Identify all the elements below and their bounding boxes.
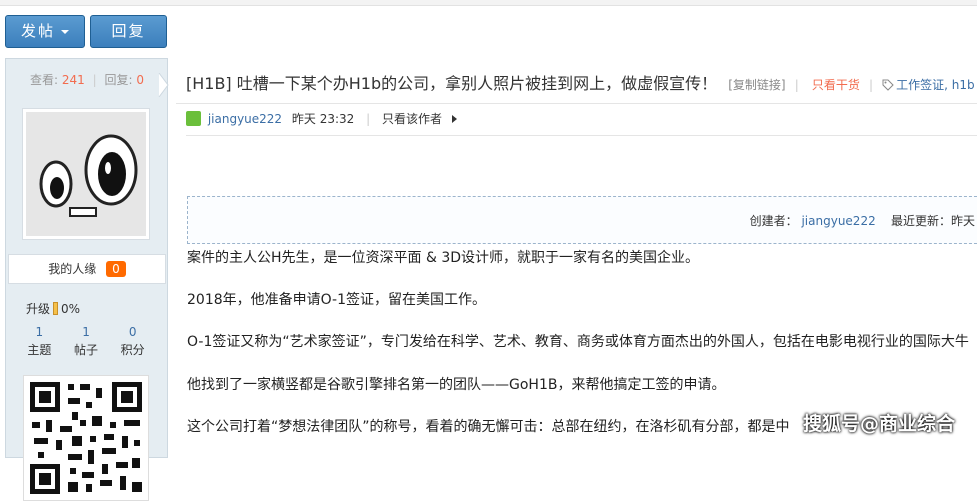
views-label: 查看: bbox=[30, 73, 59, 87]
thread-tags[interactable]: 工作签证, h1b bbox=[896, 78, 975, 92]
count-points[interactable]: 0 积分 bbox=[109, 323, 156, 359]
reply-button[interactable]: 回复 bbox=[90, 15, 167, 48]
copy-link[interactable]: [复制链接] bbox=[728, 78, 785, 92]
title-divider bbox=[176, 103, 977, 104]
paragraph: O-1签证又称为“艺术家签证”，专门发给在科学、艺术、教育、商务或体育方面杰出的… bbox=[187, 334, 969, 350]
avatar-face-icon bbox=[26, 112, 146, 236]
play-arrow-icon bbox=[451, 115, 457, 123]
column-divider bbox=[167, 58, 168, 458]
count-value: 0 bbox=[128, 325, 137, 339]
thread-title-row: [H1B] 吐槽一下某个办H1b的公司，拿别人照片被挂到网上，做虚假宣传！ [复… bbox=[186, 74, 975, 93]
creator-label: 创建者： bbox=[749, 214, 798, 228]
author-divider bbox=[186, 135, 977, 136]
level-value: 0% bbox=[61, 302, 81, 316]
updated-label: 最近更新：昨天 bbox=[890, 214, 975, 228]
count-posts[interactable]: 1 帖子 bbox=[63, 323, 110, 359]
replies-count: 0 bbox=[136, 73, 144, 87]
count-label: 积分 bbox=[120, 343, 145, 357]
post-time: 昨天 23:32 bbox=[291, 112, 355, 126]
paragraph: 这个公司打着“梦想法律团队”的称号，看着的确无懈可击：总部在纽约，在洛杉矶有分部… bbox=[187, 419, 790, 435]
only-author-link[interactable]: 只看该作者 bbox=[382, 112, 442, 126]
level-progress: 升级 0% bbox=[26, 300, 80, 317]
replies-label: 回复: bbox=[104, 73, 133, 87]
paragraph: 2018年，他准备申请O-1签证，留在美国工作。 bbox=[187, 292, 486, 308]
author-name[interactable]: jiangyue222 bbox=[208, 112, 282, 126]
reply-label: 回复 bbox=[111, 22, 146, 40]
user-counts: 1 主题 1 帖子 0 积分 bbox=[16, 323, 156, 359]
level-label: 升级 bbox=[26, 302, 51, 316]
only-goods-link[interactable]: 只看干货 bbox=[812, 78, 860, 92]
pointer-arrow-icon bbox=[158, 73, 169, 97]
views-count: 241 bbox=[61, 73, 85, 87]
count-value: 1 bbox=[82, 325, 90, 339]
watermark: 搜狐号@商业综合 bbox=[802, 413, 955, 435]
avatar[interactable] bbox=[22, 108, 150, 240]
author-sidebar: 查看: 241 | 回复: 0 我的人缘 0 升级 0% 1 主题 1 帖子 0… bbox=[5, 58, 167, 501]
count-topics[interactable]: 1 主题 bbox=[16, 323, 63, 359]
tag-icon bbox=[882, 79, 894, 91]
thread-stats: 查看: 241 | 回复: 0 bbox=[30, 73, 144, 87]
creator-box: 创建者： jiangyue222 最近更新：昨天 bbox=[187, 196, 977, 244]
popularity-row[interactable]: 我的人缘 0 bbox=[8, 254, 166, 284]
pencil-icon bbox=[53, 302, 59, 315]
popularity-badge: 0 bbox=[106, 261, 126, 277]
user-online-icon bbox=[186, 111, 201, 126]
new-post-label: 发帖 bbox=[20, 22, 55, 40]
new-post-button[interactable]: 发帖 bbox=[5, 15, 85, 48]
count-label: 帖子 bbox=[74, 343, 99, 357]
qr-code-icon bbox=[23, 375, 149, 501]
top-border bbox=[0, 0, 977, 6]
paragraph: 他找到了一家横竖都是谷歌引擎排名第一的团队——GoH1B，来帮他搞定工签的申请。 bbox=[187, 377, 726, 393]
chevron-down-icon bbox=[61, 29, 69, 34]
count-label: 主题 bbox=[27, 343, 52, 357]
author-row: jiangyue222 昨天 23:32 | 只看该作者 bbox=[186, 110, 457, 127]
paragraph: 案件的主人公H先生，是一位资深平面 & 3D设计师，就职于一家有名的美国企业。 bbox=[187, 250, 700, 266]
popularity-label: 我的人缘 bbox=[48, 262, 97, 276]
creator-name[interactable]: jiangyue222 bbox=[801, 214, 875, 228]
thread-title: [H1B] 吐槽一下某个办H1b的公司，拿别人照片被挂到网上，做虚假宣传！ bbox=[186, 74, 718, 93]
count-value: 1 bbox=[35, 325, 44, 339]
